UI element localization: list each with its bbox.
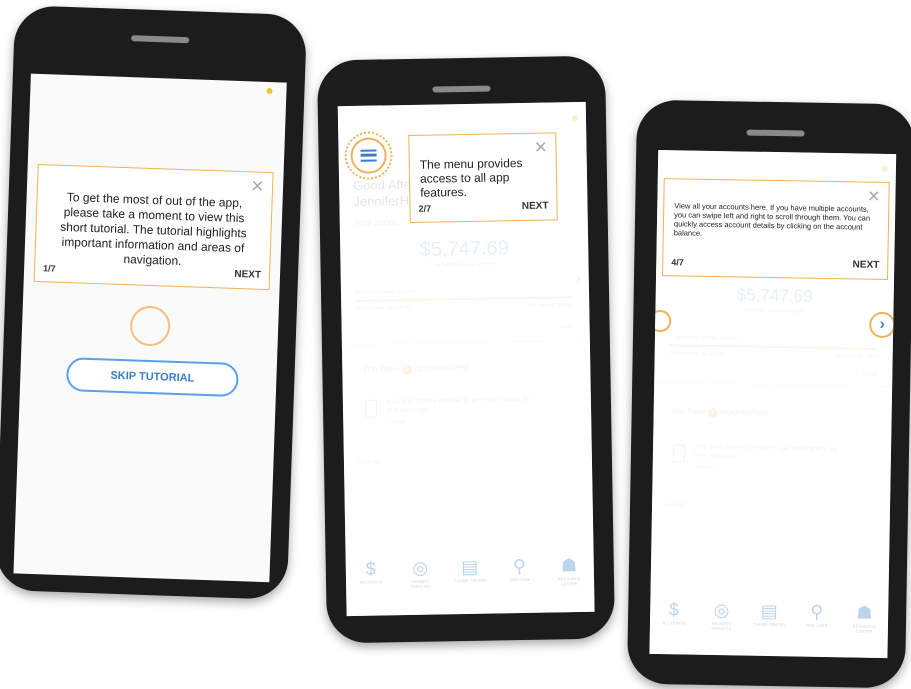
contributions-text: Contributions: $6,124.96: [355, 304, 410, 312]
accounts-tooltip: ✕ View all your accounts here. If you ha…: [662, 178, 890, 281]
nav-accounts[interactable]: $ ACCOUNTS: [353, 557, 387, 585]
nav-label: FIND CARE: [805, 622, 828, 629]
status-dot: [571, 115, 579, 122]
details-link[interactable]: Details: [863, 372, 878, 378]
phone-frame-1: ✕ To get the most of out of the app, ple…: [0, 5, 308, 600]
opportunity-text[interactable]: Add your phone number to get notificatio…: [387, 395, 537, 416]
mobile-phone-icon: [672, 444, 686, 463]
clipboard-icon: ▤: [461, 556, 479, 578]
divider: [654, 381, 893, 388]
plan-name: My Health Savings Account: [354, 288, 416, 296]
step-counter: 1/7: [42, 263, 56, 274]
status-dot: [881, 165, 888, 173]
nav-accounts[interactable]: $ ACCOUNTS: [657, 598, 691, 626]
nav-label: ACCOUNTS: [359, 579, 383, 585]
account-balance[interactable]: $5,747.69: [340, 236, 588, 263]
nav-resource-center[interactable]: ☗ RESOURCE CENTER: [847, 601, 882, 634]
plan-name: My Health Savings Account: [676, 334, 738, 342]
hamburger-icon: [360, 149, 377, 162]
resource-icon: ☗: [560, 555, 578, 576]
status-dot: [266, 87, 273, 95]
contribution-progress: [355, 296, 574, 302]
mobile-phone-icon: [364, 399, 378, 418]
opportunity-time: 1 minute: [387, 419, 407, 426]
nav-label: CLAIMS CENTER: [752, 621, 786, 628]
phone-frame-2: Good Afte JenniferH Your accou $5,747.69…: [316, 55, 616, 644]
opportunities-suffix: opportunities!: [414, 361, 470, 373]
nav-claims-center[interactable]: ▤ CLAIMS CENTER: [752, 600, 786, 628]
speaker-grille: [746, 129, 805, 137]
next-button[interactable]: NEXT: [522, 201, 549, 212]
speaker-grille: [432, 85, 491, 93]
opportunities-heading: You have 1 opportunities!: [672, 406, 768, 419]
clipboard-icon: ▤: [760, 600, 778, 622]
speaker-grille: [131, 35, 190, 44]
opportunities-count: 1: [707, 407, 718, 419]
next-button[interactable]: NEXT: [852, 259, 879, 270]
nav-label: ACCOUNTS: [662, 620, 686, 626]
opportunities-prefix: You have: [362, 363, 400, 374]
account-balance[interactable]: $5,747.69: [656, 284, 894, 308]
close-icon[interactable]: ✕: [250, 176, 264, 196]
tooltip-text: To get the most of out of the app, pleas…: [60, 190, 247, 269]
next-button[interactable]: NEXT: [234, 269, 261, 281]
nav-payment-services[interactable]: ◎ PAYMENT SERVICES: [704, 599, 739, 632]
nav-find-care[interactable]: ⚲ FIND CARE: [800, 601, 834, 629]
nav-find-care[interactable]: ⚲ FIND CARE: [502, 555, 536, 583]
irs-limit-text: IRS Limit: $7,100.00: [835, 353, 881, 360]
payment-icon: ◎: [412, 557, 429, 578]
opportunity-time: 1 minute: [694, 464, 714, 472]
tutorial-target-ring: [129, 305, 171, 347]
map-pin-icon: ⚲: [512, 555, 527, 577]
map-pin-icon: ⚲: [810, 601, 824, 622]
view-all-link[interactable]: View All: [358, 460, 379, 466]
welcome-tooltip: ✕ To get the most of out of the app, ple…: [33, 163, 274, 291]
step-counter: 4/7: [671, 257, 684, 268]
tooltip-text: View all your accounts here. If you have…: [673, 201, 871, 238]
nav-label: RESOURCE CENTER: [557, 576, 581, 587]
skip-tutorial-button[interactable]: SKIP TUTORIAL: [65, 357, 239, 398]
chevron-right-icon: ›: [879, 315, 886, 333]
step-counter: 2/7: [418, 203, 432, 214]
close-icon[interactable]: ✕: [534, 138, 548, 158]
payment-icon: ◎: [713, 600, 730, 621]
phone-frame-3: $5,747.69 My Health Savings Account My H…: [626, 99, 911, 689]
opportunity-text[interactable]: Add your phone number to get notificatio…: [695, 443, 845, 464]
opportunities-prefix: You have: [671, 406, 706, 416]
details-link[interactable]: Details: [558, 324, 573, 330]
opportunities-heading: You have 1 opportunities!: [362, 362, 469, 376]
divider: [341, 339, 590, 346]
contribution-progress: [668, 344, 877, 350]
bottom-nav: $ ACCOUNTS ◎ PAYMENT SERVICES ▤ CLAIMS C…: [346, 554, 595, 608]
bottom-nav: $ ACCOUNTS ◎ PAYMENT SERVICES ▤ CLAIMS C…: [650, 598, 889, 652]
tutorial-screen-3: $5,747.69 My Health Savings Account My H…: [649, 149, 897, 659]
nav-label: PAYMENT SERVICES: [410, 578, 431, 590]
swipe-right-control[interactable]: ›: [868, 311, 896, 339]
nav-label: CLAIMS CENTER: [453, 577, 487, 584]
chevron-right-icon[interactable]: ›: [576, 270, 581, 286]
nav-label: RESOURCE CENTER: [852, 623, 876, 634]
dollar-icon: $: [668, 599, 680, 620]
tutorial-screen-1: ✕ To get the most of out of the app, ple…: [13, 73, 287, 583]
view-all-link[interactable]: View All: [664, 502, 685, 508]
dollar-icon: $: [365, 558, 376, 579]
nav-label: PAYMENT SERVICES: [711, 621, 732, 632]
nav-resource-center[interactable]: ☗ RESOURCE CENTER: [552, 554, 587, 587]
swipe-left-control[interactable]: [649, 309, 672, 333]
greeting-line-2: JenniferH: [353, 192, 410, 209]
contributions-text: Contributions: $6,124.96: [668, 350, 724, 358]
menu-tooltip: ✕ The menu provides access to all app fe…: [408, 132, 558, 223]
opportunities-count: 1: [402, 364, 413, 376]
nav-payment-services[interactable]: ◎ PAYMENT SERVICES: [403, 557, 438, 590]
resource-icon: ☗: [856, 602, 873, 623]
nav-claims-center[interactable]: ▤ CLAIMS CENTER: [453, 556, 487, 584]
account-heading: Your accou: [353, 217, 399, 228]
opportunities-suffix: opportunities!: [719, 407, 768, 417]
greeting-line-1: Good Afte: [352, 176, 412, 193]
tutorial-screen-2: Good Afte JenniferH Your accou $5,747.69…: [337, 101, 595, 617]
nav-label: FIND CARE: [508, 576, 531, 583]
irs-limit-text: IRS Limit: $7,100.00: [527, 302, 574, 309]
tooltip-text: The menu provides access to all app feat…: [419, 155, 523, 200]
